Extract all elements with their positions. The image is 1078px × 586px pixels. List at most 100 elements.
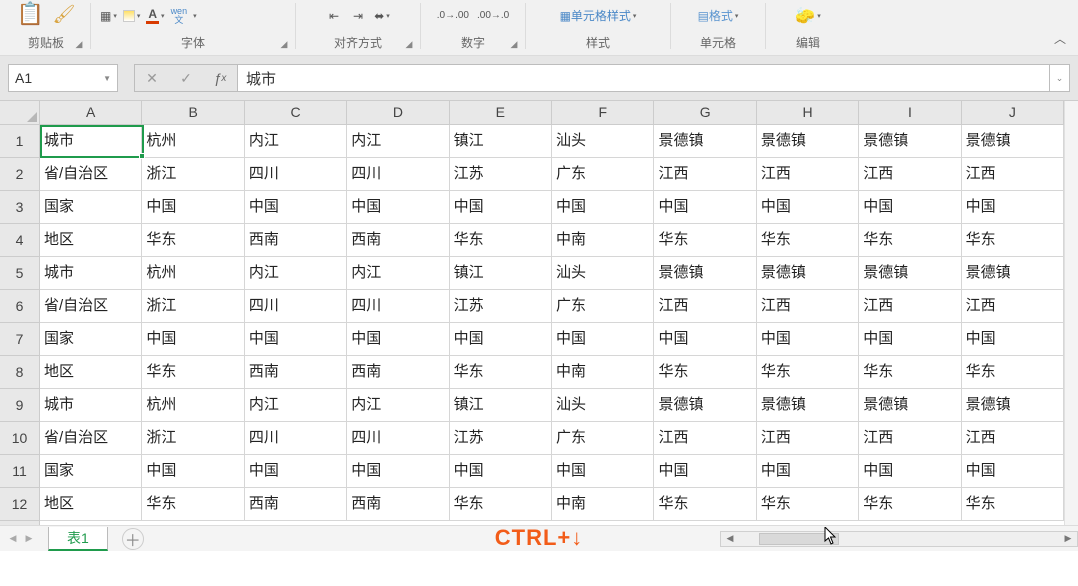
cell[interactable]: 四川 (245, 158, 347, 191)
cell[interactable]: 景德镇 (654, 257, 756, 290)
cell[interactable]: 中国 (962, 323, 1064, 356)
cell[interactable]: 城市 (40, 389, 142, 422)
scroll-right-button[interactable]: ▶ (1059, 532, 1077, 546)
cell[interactable]: 中国 (757, 455, 859, 488)
dialog-launcher-icon[interactable]: ◢ (72, 37, 86, 51)
sheet-tab-active[interactable]: 表1 (48, 527, 108, 551)
cell[interactable]: 华东 (142, 356, 244, 389)
cell[interactable]: 四川 (347, 158, 449, 191)
decrease-decimal-button[interactable]: .00→.0 (475, 6, 511, 26)
cell[interactable]: 西南 (347, 488, 449, 521)
cell[interactable]: 浙江 (142, 422, 244, 455)
dialog-launcher-icon[interactable]: ◢ (277, 37, 291, 51)
cell[interactable]: 中国 (962, 191, 1064, 224)
column-header[interactable]: J (962, 101, 1064, 124)
cell[interactable]: 中南 (552, 356, 654, 389)
cell[interactable]: 中国 (450, 323, 552, 356)
cell[interactable]: 内江 (245, 389, 347, 422)
cell[interactable]: 西南 (245, 224, 347, 257)
cell[interactable]: 华东 (962, 488, 1064, 521)
decrease-indent-button[interactable]: ⇤ (324, 6, 344, 26)
cell[interactable]: 江西 (654, 290, 756, 323)
cell[interactable]: 中国 (552, 455, 654, 488)
cell[interactable]: 江西 (757, 422, 859, 455)
cell[interactable]: 中国 (654, 323, 756, 356)
cell[interactable]: 华东 (859, 488, 961, 521)
add-sheet-button[interactable]: ＋ (122, 528, 144, 550)
formula-input[interactable]: 城市 (237, 64, 1050, 92)
cell[interactable]: 华东 (654, 488, 756, 521)
cell[interactable]: 浙江 (142, 158, 244, 191)
cell[interactable]: 杭州 (142, 257, 244, 290)
column-header[interactable]: E (450, 101, 552, 124)
vertical-scrollbar[interactable] (1064, 101, 1078, 525)
cell[interactable]: 江西 (757, 158, 859, 191)
cell[interactable]: 中国 (142, 455, 244, 488)
dialog-launcher-icon[interactable]: ◢ (507, 37, 521, 51)
cell[interactable]: 中国 (450, 191, 552, 224)
row-header[interactable]: 10 (0, 422, 39, 455)
cell[interactable]: 镇江 (450, 125, 552, 158)
cell[interactable]: 汕头 (552, 125, 654, 158)
cell[interactable]: 江苏 (450, 290, 552, 323)
cell[interactable]: 中国 (450, 455, 552, 488)
phonetic-button[interactable]: wen文 (169, 6, 190, 26)
column-header[interactable]: D (347, 101, 449, 124)
cell[interactable]: 内江 (347, 125, 449, 158)
cell[interactable]: 镇江 (450, 389, 552, 422)
row-header[interactable]: 4 (0, 224, 39, 257)
cell[interactable]: 内江 (347, 257, 449, 290)
cell[interactable]: 华东 (859, 356, 961, 389)
cell[interactable]: 国家 (40, 323, 142, 356)
scroll-left-button[interactable]: ◀ (721, 532, 739, 546)
increase-indent-button[interactable]: ⇥ (348, 6, 368, 26)
cell[interactable]: 景德镇 (962, 389, 1064, 422)
cell[interactable]: 景德镇 (962, 125, 1064, 158)
cell[interactable]: 江苏 (450, 158, 552, 191)
select-all-corner[interactable] (0, 101, 40, 125)
collapse-ribbon-button[interactable]: ︿ (1046, 27, 1074, 55)
paste-button[interactable]: 📋 (15, 0, 47, 30)
cell[interactable]: 江西 (859, 158, 961, 191)
horizontal-scrollbar[interactable]: ◀ ▶ (720, 531, 1078, 547)
cell[interactable]: 中国 (142, 323, 244, 356)
cell[interactable]: 中南 (552, 488, 654, 521)
row-header[interactable]: 5 (0, 257, 39, 290)
cell[interactable]: 杭州 (142, 125, 244, 158)
cell[interactable]: 江西 (962, 158, 1064, 191)
increase-decimal-button[interactable]: .0→.00 (435, 6, 471, 26)
cell[interactable]: 内江 (245, 125, 347, 158)
cell[interactable]: 内江 (347, 389, 449, 422)
fx-button[interactable]: ƒx (203, 65, 237, 91)
cell[interactable]: 江西 (654, 422, 756, 455)
row-header[interactable]: 1 (0, 125, 39, 158)
cell[interactable]: 中国 (142, 191, 244, 224)
cell[interactable]: 地区 (40, 356, 142, 389)
cell[interactable]: 四川 (347, 422, 449, 455)
cell[interactable]: 广东 (552, 422, 654, 455)
cell[interactable]: 省/自治区 (40, 290, 142, 323)
cell[interactable]: 省/自治区 (40, 158, 142, 191)
dialog-launcher-icon[interactable]: ◢ (402, 37, 416, 51)
column-header[interactable]: B (142, 101, 244, 124)
cell[interactable]: 华东 (654, 224, 756, 257)
name-box[interactable]: A1 ▼ (8, 64, 118, 92)
cell[interactable]: 景德镇 (654, 389, 756, 422)
cell[interactable]: 四川 (245, 290, 347, 323)
cell[interactable]: 江苏 (450, 422, 552, 455)
cell[interactable]: 国家 (40, 191, 142, 224)
cell[interactable]: 地区 (40, 224, 142, 257)
cell[interactable]: 江西 (962, 290, 1064, 323)
column-header[interactable]: C (245, 101, 347, 124)
cell[interactable]: 中南 (552, 224, 654, 257)
cell[interactable]: 中国 (347, 323, 449, 356)
cell[interactable]: 中国 (859, 455, 961, 488)
cell[interactable]: 镇江 (450, 257, 552, 290)
cell[interactable]: 景德镇 (757, 389, 859, 422)
cell[interactable]: 中国 (347, 455, 449, 488)
cell[interactable]: 中国 (757, 191, 859, 224)
column-header[interactable]: A (40, 101, 142, 124)
cell-styles-button[interactable]: ▦ 单元格样式▾ (558, 6, 639, 26)
cell[interactable]: 西南 (347, 356, 449, 389)
cell[interactable]: 地区 (40, 488, 142, 521)
